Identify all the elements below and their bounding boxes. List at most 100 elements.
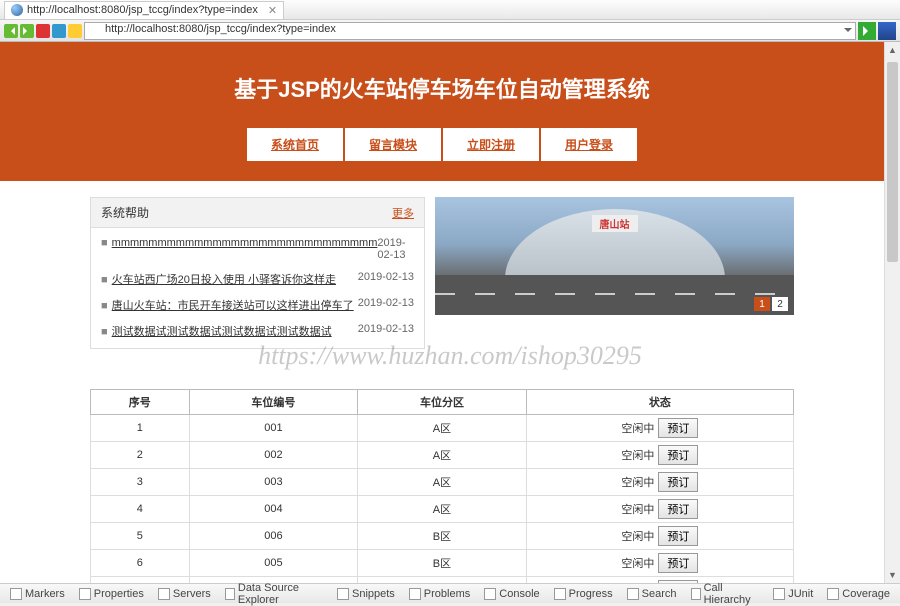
statusbar-tab[interactable]: Data Source Explorer: [219, 582, 329, 606]
bullet-icon: ■: [101, 300, 108, 312]
cell-idx: 6: [91, 550, 190, 577]
table-header: 状态: [526, 390, 793, 415]
main-nav: 系统首页留言模块立即注册用户登录: [0, 128, 884, 161]
more-link[interactable]: 更多: [392, 205, 414, 221]
road: [435, 275, 794, 315]
home-icon[interactable]: [68, 24, 82, 38]
cell-zone: B区: [358, 523, 527, 550]
cell-status: 空闲中预订: [526, 496, 793, 523]
statusbar-tab[interactable]: Snippets: [331, 588, 401, 600]
statusbar-tab[interactable]: JUnit: [767, 588, 819, 600]
cell-code: 006: [189, 523, 358, 550]
statusbar-tab[interactable]: Console: [478, 588, 545, 600]
panel-icon: [158, 588, 170, 600]
panel-icon: [627, 588, 639, 600]
statusbar-tab[interactable]: Search: [621, 588, 683, 600]
help-title: 系统帮助: [101, 204, 149, 221]
cell-code: 002: [189, 442, 358, 469]
bullet-icon: ■: [101, 326, 108, 338]
pager-dot[interactable]: 1: [754, 297, 770, 311]
help-date: 2019-02-13: [377, 237, 414, 261]
help-link[interactable]: 唐山火车站：市民开车接送站可以这样进出停车了: [112, 300, 354, 312]
statusbar-tab[interactable]: Progress: [548, 588, 619, 600]
panel-icon: [484, 588, 496, 600]
book-button[interactable]: 预订: [658, 445, 698, 465]
panel-label: Properties: [94, 588, 144, 600]
scroll-up-icon[interactable]: ▲: [885, 42, 900, 58]
close-icon[interactable]: ✕: [268, 4, 277, 17]
book-button[interactable]: 预订: [658, 499, 698, 519]
scroll-down-icon[interactable]: ▼: [885, 567, 900, 583]
bullet-icon: ■: [101, 274, 108, 286]
cell-code: 003: [189, 469, 358, 496]
statusbar-tab[interactable]: Problems: [403, 588, 476, 600]
vertical-scrollbar[interactable]: ▲ ▼: [884, 42, 900, 583]
panel-icon: [554, 588, 566, 600]
go-button[interactable]: [858, 22, 876, 40]
book-button[interactable]: 预订: [658, 526, 698, 546]
nav-link-3[interactable]: 用户登录: [541, 128, 637, 161]
station-name: 唐山站: [592, 215, 638, 232]
back-icon[interactable]: [4, 24, 18, 38]
chevron-down-icon[interactable]: [844, 28, 852, 36]
cell-zone: A区: [358, 415, 527, 442]
cell-zone: A区: [358, 469, 527, 496]
cell-code: 005: [189, 550, 358, 577]
viewport: 基于JSP的火车站停车场车位自动管理系统 系统首页留言模块立即注册用户登录 系统…: [0, 42, 900, 583]
cell-code: 007: [189, 577, 358, 584]
book-button[interactable]: 预订: [658, 553, 698, 573]
browser-tabbar: http://localhost:8080/jsp_tccg/index?typ…: [0, 0, 900, 20]
help-item: ■ 测试数据试测试数据试测试数据试测试数据试 2019-02-13: [101, 318, 414, 344]
statusbar-tab[interactable]: Coverage: [821, 588, 896, 600]
ide-statusbar: Markers Properties ServersData Source Expl…: [0, 583, 900, 603]
scroll-thumb[interactable]: [887, 62, 898, 262]
stop-icon[interactable]: [36, 24, 50, 38]
panel-label: Call Hierarchy: [704, 582, 760, 606]
panel-label: Problems: [424, 588, 470, 600]
help-date: 2019-02-13: [358, 297, 414, 313]
carousel[interactable]: 唐山站 12: [435, 197, 794, 315]
panel-icon: [225, 588, 235, 600]
statusbar-tab[interactable]: Markers: [4, 588, 71, 600]
cell-idx: 3: [91, 469, 190, 496]
book-button[interactable]: 预订: [658, 472, 698, 492]
table-row: 6005B区空闲中预订: [91, 550, 794, 577]
cell-zone: A区: [358, 496, 527, 523]
browser-toolbar: http://localhost:8080/jsp_tccg/index?typ…: [0, 20, 900, 42]
table-header: 车位分区: [358, 390, 527, 415]
globe-icon: [11, 4, 23, 16]
browser-tab[interactable]: http://localhost:8080/jsp_tccg/index?typ…: [4, 1, 284, 19]
help-link[interactable]: 火车站西广场20日投入使用 小驿客诉你这样走: [112, 274, 336, 286]
help-date: 2019-02-13: [358, 323, 414, 339]
help-link[interactable]: 测试数据试测试数据试测试数据试测试数据试: [112, 326, 332, 338]
cell-status: 空闲中预订: [526, 577, 793, 584]
address-bar[interactable]: http://localhost:8080/jsp_tccg/index?typ…: [84, 22, 856, 40]
nav-link-1[interactable]: 留言模块: [345, 128, 441, 161]
statusbar-tab[interactable]: Servers: [152, 588, 217, 600]
table-row: 2002A区空闲中预订: [91, 442, 794, 469]
nav-link-0[interactable]: 系统首页: [247, 128, 343, 161]
table-row: 7007C区空闲中预订: [91, 577, 794, 584]
help-link[interactable]: mmmmmmmmmmmmmmmmmmmmmmmmmmmmm: [112, 237, 378, 249]
url-text: http://localhost:8080/jsp_tccg/index?typ…: [105, 23, 336, 35]
cell-status: 空闲中预订: [526, 523, 793, 550]
nav-link-2[interactable]: 立即注册: [443, 128, 539, 161]
panel-icon: [409, 588, 421, 600]
forward-icon[interactable]: [20, 24, 34, 38]
reload-icon[interactable]: [52, 24, 66, 38]
cell-zone: C区: [358, 577, 527, 584]
book-button[interactable]: 预订: [658, 580, 698, 583]
statusbar-tab[interactable]: Properties: [73, 588, 150, 600]
book-button[interactable]: 预订: [658, 418, 698, 438]
cell-idx: 4: [91, 496, 190, 523]
table-row: 4004A区空闲中预订: [91, 496, 794, 523]
cell-idx: 7: [91, 577, 190, 584]
cell-idx: 2: [91, 442, 190, 469]
statusbar-tab[interactable]: Call Hierarchy: [685, 582, 766, 606]
pager-dot[interactable]: 2: [772, 297, 788, 311]
panel-icon: [337, 588, 349, 600]
settings-icon[interactable]: [878, 22, 896, 40]
panel-icon: [773, 588, 785, 600]
parking-table: 序号车位编号车位分区状态 1001A区空闲中预订2002A区空闲中预订3003A…: [90, 389, 794, 583]
cell-status: 空闲中预订: [526, 469, 793, 496]
